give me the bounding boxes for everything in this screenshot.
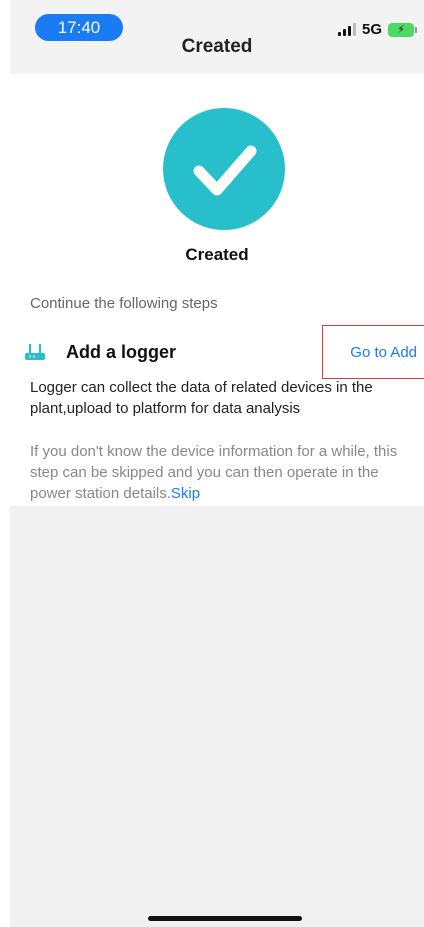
home-indicator[interactable] <box>148 916 302 921</box>
add-logger-row: Add a logger Go to Add <box>10 325 424 379</box>
steps-hint: Continue the following steps <box>30 295 218 312</box>
signal-icon <box>337 23 356 36</box>
created-content: Created Continue the following steps Add… <box>10 74 424 506</box>
go-to-add-button[interactable]: Go to Add <box>322 325 424 379</box>
screen: 17:40 Created 5G ⚡ Created Continue the … <box>0 0 424 927</box>
network-type: 5G <box>361 21 382 38</box>
app-canvas: 17:40 Created 5G ⚡ Created Continue the … <box>10 0 424 927</box>
router-icon <box>25 344 45 360</box>
page-title: Created <box>181 36 253 57</box>
skip-link[interactable]: Skip <box>171 485 200 502</box>
header-bar: 17:40 Created 5G ⚡ <box>10 0 424 74</box>
add-logger-description: Logger can collect the data of related d… <box>30 379 373 417</box>
add-logger-title: Add a logger <box>66 342 177 362</box>
skip-note: If you don't know the device information… <box>30 441 420 504</box>
success-heading: Created <box>185 245 249 264</box>
status-indicators: 5G ⚡ <box>337 21 417 38</box>
check-circle-icon <box>163 108 285 230</box>
battery-charging-icon: ⚡ <box>388 22 417 37</box>
skip-note-text: If you don't know the device information… <box>30 443 398 502</box>
